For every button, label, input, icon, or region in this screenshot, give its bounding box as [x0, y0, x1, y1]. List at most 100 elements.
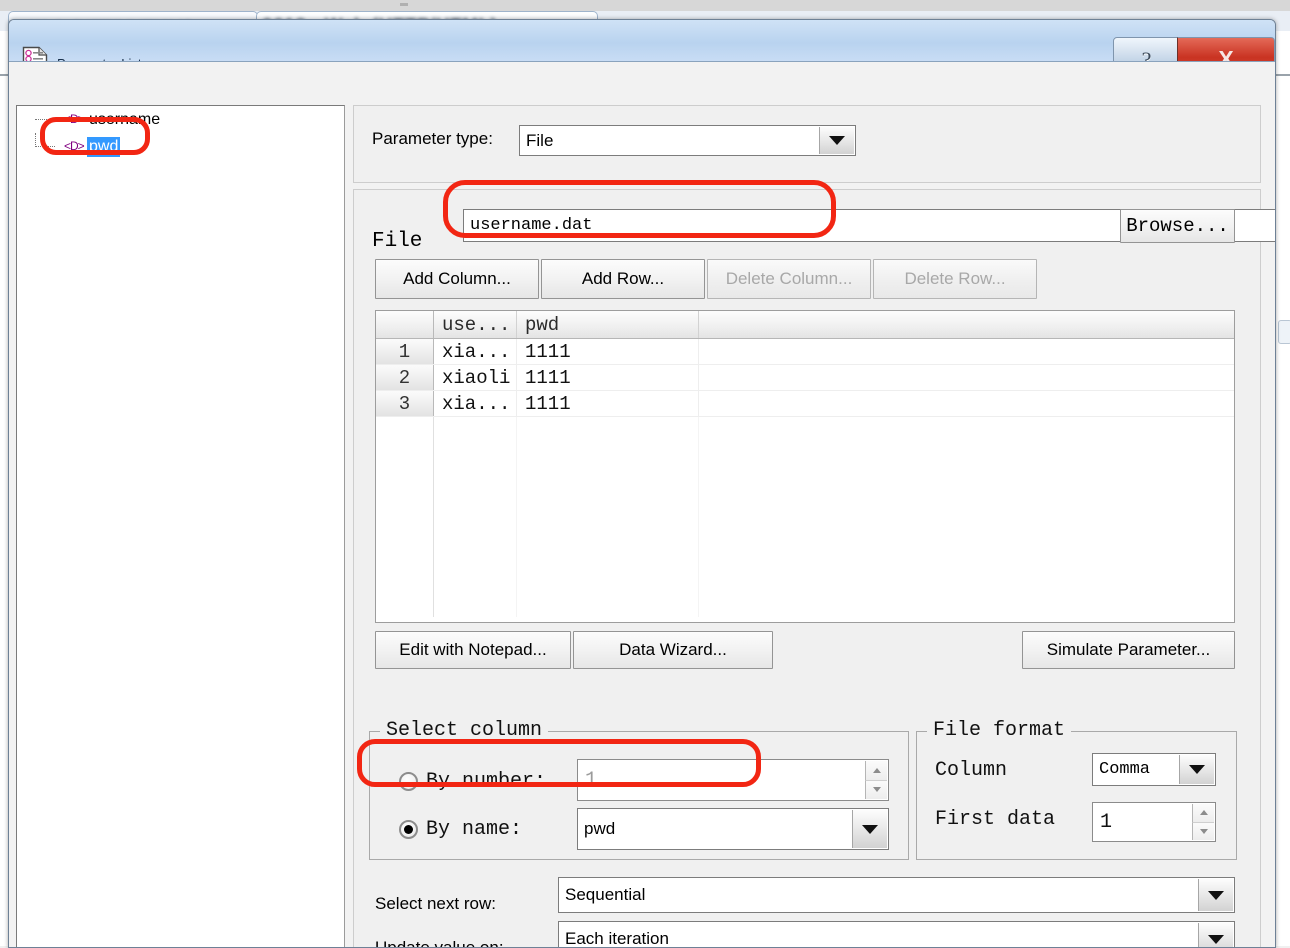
- grid-empty-cell: [699, 517, 1234, 542]
- parameter-detail-pane: Parameter type: File File username.dat B…: [353, 105, 1275, 948]
- cell-empty[interactable]: [699, 391, 1234, 416]
- grid-empty-row: [376, 517, 1234, 542]
- grid-empty-cell: [517, 467, 699, 492]
- cell-pwd[interactable]: 1111: [517, 365, 699, 390]
- cell-pwd[interactable]: 1111: [517, 391, 699, 416]
- tree-connector-line: [35, 146, 55, 147]
- cell-username[interactable]: xia...: [434, 339, 517, 364]
- edit-with-notepad-button[interactable]: Edit with Notepad...: [375, 631, 571, 669]
- grid-empty-cell: [434, 467, 517, 492]
- row-number: 3: [376, 391, 434, 416]
- browse-button[interactable]: Browse...: [1120, 209, 1235, 243]
- tree-connector-vertical: [35, 133, 36, 147]
- file-label: File: [372, 230, 423, 253]
- grid-empty-row: [376, 492, 1234, 517]
- grid-empty-cell: [434, 542, 517, 567]
- column-delimiter-value: Comma: [1099, 760, 1151, 779]
- grid-empty-cell: [699, 467, 1234, 492]
- parameter-type-combo[interactable]: File: [519, 125, 856, 156]
- grid-empty-cell: [699, 567, 1234, 592]
- grid-empty-row: [376, 567, 1234, 592]
- tree-item-label: username: [89, 110, 161, 128]
- first-data-spinner[interactable]: 1: [1092, 802, 1216, 842]
- by-number-radio[interactable]: [399, 772, 418, 791]
- chevron-down-icon[interactable]: [1198, 879, 1233, 911]
- file-name-value: username.dat: [470, 216, 593, 235]
- grid-empty-cell: [434, 492, 517, 517]
- grid-empty-cell: [699, 492, 1234, 517]
- spinner-up-icon: [865, 761, 887, 781]
- table-row[interactable]: 2 xiaoli 1111: [376, 365, 1234, 391]
- column-delimiter-combo[interactable]: Comma: [1092, 753, 1216, 786]
- by-name-label: By name:: [426, 818, 523, 841]
- grid-empty-cell: [699, 542, 1234, 567]
- grid-empty-cell: [517, 567, 699, 592]
- background-right-widget: [1278, 320, 1290, 344]
- tree-connector-line: [35, 119, 55, 120]
- dialog-title-bar[interactable]: Parameter List ? X: [9, 20, 1275, 82]
- grid-empty-row: [376, 542, 1234, 567]
- chevron-down-icon[interactable]: [819, 127, 854, 154]
- chevron-down-icon[interactable]: [1198, 923, 1233, 947]
- grid-empty-cell: [434, 592, 517, 617]
- tree-item-username[interactable]: <D> username: [17, 106, 344, 133]
- grid-empty-cell: [376, 592, 434, 617]
- by-name-combo[interactable]: pwd: [577, 808, 889, 850]
- grid-empty-cell: [376, 492, 434, 517]
- dialog-body: <D> username <D> pwd Parameter type: Fil…: [9, 62, 1275, 947]
- parameter-type-value: File: [526, 130, 554, 150]
- grid-header-empty: [699, 311, 1234, 338]
- parameter-type-label: Parameter type:: [372, 129, 493, 148]
- row-number: 1: [376, 339, 434, 364]
- parameter-icon: <D>: [64, 139, 85, 153]
- add-column-button[interactable]: Add Column...: [375, 259, 539, 299]
- select-column-group: Select column By number: 1 By name: pwd: [369, 719, 909, 860]
- simulate-parameter-button[interactable]: Simulate Parameter...: [1022, 631, 1235, 669]
- data-wizard-button[interactable]: Data Wizard...: [573, 631, 773, 669]
- file-format-legend: File format: [927, 719, 1072, 742]
- grid-empty-cell: [376, 417, 434, 442]
- tree-item-pwd[interactable]: <D> pwd: [17, 133, 344, 160]
- grid-header-rownum: [376, 311, 434, 338]
- spinner-up-icon[interactable]: [1192, 804, 1214, 823]
- by-name-radio[interactable]: [399, 820, 418, 839]
- delete-row-button: Delete Row...: [873, 259, 1037, 299]
- tree-item-label-selected: pwd: [87, 136, 121, 157]
- grid-empty-area: [376, 417, 1234, 617]
- parameter-tree-panel: <D> username <D> pwd: [16, 105, 345, 947]
- chevron-down-icon[interactable]: [852, 810, 887, 848]
- spinner-down-icon[interactable]: [1192, 822, 1214, 840]
- grid-empty-cell: [517, 517, 699, 542]
- grid-empty-row: [376, 442, 1234, 467]
- table-row[interactable]: 1 xia... 1111: [376, 339, 1234, 365]
- grid-empty-cell: [517, 442, 699, 467]
- grid-header-pwd[interactable]: pwd: [517, 311, 699, 338]
- grid-empty-cell: [699, 442, 1234, 467]
- spinner-buttons: [865, 761, 887, 799]
- grid-empty-cell: [376, 467, 434, 492]
- grid-header-username[interactable]: use...: [434, 311, 517, 338]
- column-delimiter-label: Column: [935, 759, 1008, 782]
- grid-empty-cell: [376, 567, 434, 592]
- select-next-row-combo[interactable]: Sequential: [558, 877, 1235, 913]
- grid-empty-cell: [699, 592, 1234, 617]
- grid-empty-cell: [434, 417, 517, 442]
- update-value-on-combo[interactable]: Each iteration: [558, 921, 1235, 948]
- spinner-buttons[interactable]: [1192, 804, 1214, 840]
- parameter-data-grid[interactable]: use... pwd 1 xia... 1111 2 xiaoli 1111 3…: [375, 310, 1235, 623]
- chevron-down-icon[interactable]: [1179, 755, 1214, 784]
- cell-username[interactable]: xiaoli: [434, 365, 517, 390]
- cell-empty[interactable]: [699, 365, 1234, 390]
- update-value-on-label: Update value on:: [375, 938, 504, 948]
- grid-empty-row: [376, 417, 1234, 442]
- grid-header-row: use... pwd: [376, 311, 1234, 339]
- cell-empty[interactable]: [699, 339, 1234, 364]
- table-row[interactable]: 3 xia... 1111: [376, 391, 1234, 417]
- update-value-on-value: Each iteration: [565, 929, 669, 948]
- cell-pwd[interactable]: 1111: [517, 339, 699, 364]
- cell-username[interactable]: xia...: [434, 391, 517, 416]
- by-number-value: 1: [585, 768, 598, 792]
- first-data-value: 1: [1100, 810, 1113, 834]
- row-number: 2: [376, 365, 434, 390]
- add-row-button[interactable]: Add Row...: [541, 259, 705, 299]
